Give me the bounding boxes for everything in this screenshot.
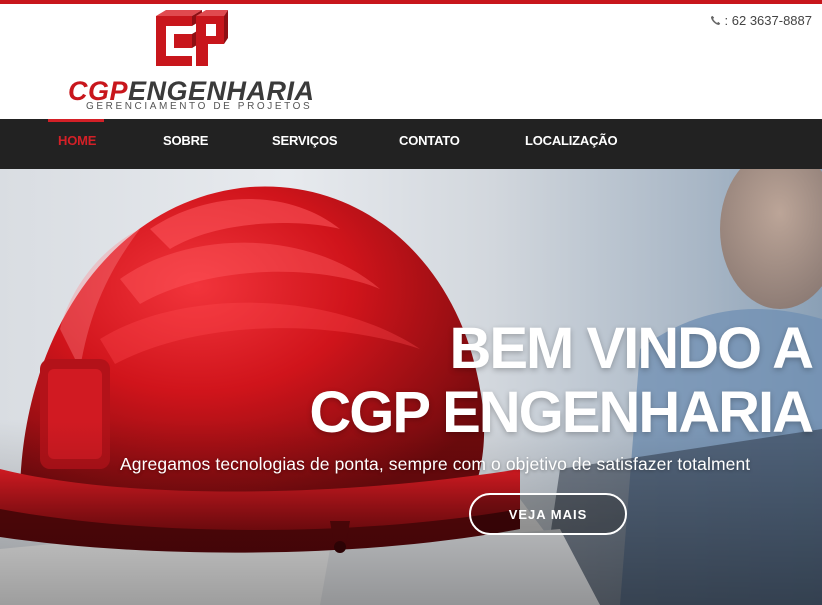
hero-subtitle: Agregamos tecnologias de ponta, sempre c… [120, 454, 751, 474]
site-header: CGPENGENHARIA GERENCIAMENTO DE PROJETOS … [0, 4, 822, 119]
nav-item-sobre[interactable]: SOBRE [163, 119, 208, 169]
phone-contact: : 62 3637-8887 [710, 13, 812, 28]
nav-item-home[interactable]: HOME [47, 119, 105, 169]
hero-title: BEM VINDO A CGP ENGENHARIA [309, 316, 814, 445]
hero-title-line-2: CGP ENGENHARIA [309, 380, 814, 445]
site-logo[interactable]: CGPENGENHARIA GERENCIAMENTO DE PROJETOS [66, 10, 316, 114]
veja-mais-button[interactable]: VEJA MAIS [469, 493, 627, 535]
logo-mark-icon [156, 10, 228, 66]
nav-item-contato[interactable]: CONTATO [399, 119, 460, 169]
phone-icon [710, 15, 720, 26]
nav-item-localizacao[interactable]: LOCALIZAÇÃO [525, 119, 618, 169]
nav-item-servicos[interactable]: SERVIÇOS [272, 119, 338, 169]
logo-tagline: GERENCIAMENTO DE PROJETOS [86, 101, 313, 112]
hero-banner: BEM VINDO A CGP ENGENHARIA Agregamos tec… [0, 169, 822, 605]
main-navigation: HOME SOBRE SERVIÇOS CONTATO LOCALIZAÇÃO [0, 119, 822, 169]
phone-number: : 62 3637-8887 [724, 13, 812, 28]
hero-title-line-1: BEM VINDO A [449, 316, 814, 381]
